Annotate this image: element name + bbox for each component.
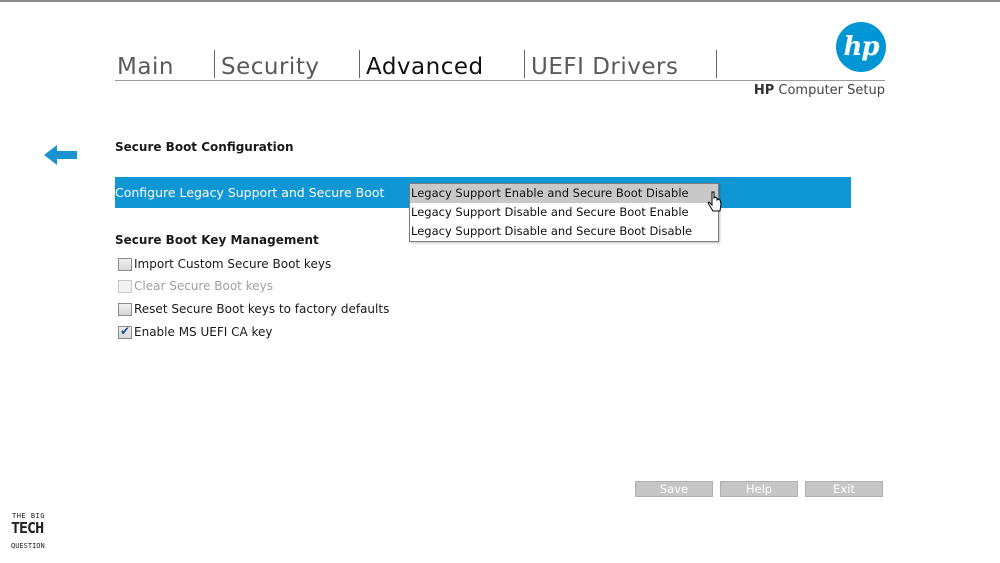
tab-separator	[716, 50, 717, 78]
tab-underline	[115, 80, 885, 81]
key-management-title: Secure Boot Key Management	[115, 233, 319, 247]
tab-advanced[interactable]: Advanced	[366, 52, 484, 82]
watermark-line: TECH	[11, 519, 44, 537]
checkbox-label: Import Custom Secure Boot keys	[134, 257, 332, 271]
tab-uefi-drivers[interactable]: UEFI Drivers	[531, 52, 678, 82]
checkbox-box[interactable]	[118, 303, 132, 316]
dropdown-option[interactable]: Legacy Support Disable and Secure Boot D…	[410, 222, 718, 241]
checkbox-label: Enable MS UEFI CA key	[134, 325, 273, 339]
boot-mode-dropdown[interactable]: Legacy Support Enable and Secure Boot Di…	[409, 183, 719, 242]
save-button[interactable]: Save	[635, 481, 713, 497]
tab-separator	[214, 50, 215, 78]
app-title: HP Computer Setup	[754, 83, 885, 98]
checkbox-box	[118, 280, 132, 293]
tab-separator	[524, 50, 525, 78]
dropdown-option[interactable]: Legacy Support Disable and Secure Boot E…	[410, 203, 718, 222]
hp-logo: hp	[836, 22, 886, 72]
exit-button[interactable]: Exit	[805, 481, 883, 497]
tab-security[interactable]: Security	[221, 52, 319, 82]
tab-main[interactable]: Main	[117, 52, 174, 82]
app-title-text: Computer Setup	[774, 83, 885, 98]
app-title-brand: HP	[753, 83, 775, 98]
page-title: Secure Boot Configuration	[115, 140, 294, 154]
dropdown-option[interactable]: Legacy Support Enable and Secure Boot Di…	[410, 184, 718, 203]
watermark-logo: THE BIG TECH QUESTION	[10, 512, 50, 554]
watermark-line: QUESTION	[11, 542, 45, 550]
back-arrow-icon[interactable]	[44, 144, 78, 166]
tab-separator	[359, 50, 360, 78]
checkbox-box[interactable]	[118, 324, 132, 339]
config-legacy-secure-boot-label: Configure Legacy Support and Secure Boot	[115, 185, 385, 200]
checkbox-label: Clear Secure Boot keys	[134, 279, 273, 293]
mouse-pointer-icon	[707, 191, 722, 212]
help-button[interactable]: Help	[720, 481, 798, 497]
checkbox-label: Reset Secure Boot keys to factory defaul…	[134, 302, 390, 316]
checkbox-box[interactable]	[118, 258, 132, 271]
